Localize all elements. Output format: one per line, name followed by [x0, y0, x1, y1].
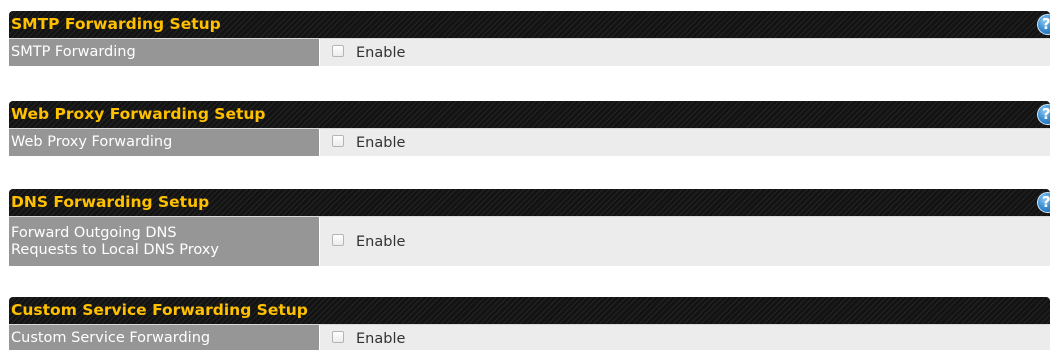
custom-service-forwarding-row: Custom Service Forwarding Enable — [9, 324, 1050, 350]
dns-forwarding-checkbox[interactable] — [332, 233, 344, 246]
custom-service-forwarding-checkbox[interactable] — [332, 330, 344, 343]
section-title: Web Proxy Forwarding Setup — [11, 105, 266, 123]
custom-service-forwarding-section: Custom Service Forwarding Setup Custom S… — [9, 297, 1050, 350]
checkbox-label[interactable]: Enable — [356, 234, 405, 250]
smtp-forwarding-row: SMTP Forwarding Enable — [9, 38, 1050, 66]
dns-forwarding-label: Forward Outgoing DNS Requests to Local D… — [9, 217, 320, 266]
smtp-forwarding-label: SMTP Forwarding — [9, 39, 320, 66]
web-proxy-forwarding-value: Enable — [320, 129, 1050, 156]
dns-forwarding-value: Enable — [320, 217, 1050, 266]
dns-forwarding-label-text: Forward Outgoing DNS Requests to Local D… — [11, 225, 219, 259]
checkbox-label[interactable]: Enable — [356, 331, 405, 347]
web-proxy-forwarding-section: Web Proxy Forwarding Setup ? Web Proxy F… — [9, 101, 1050, 156]
section-title: DNS Forwarding Setup — [11, 193, 210, 211]
dns-forwarding-row: Forward Outgoing DNS Requests to Local D… — [9, 216, 1050, 266]
web-proxy-forwarding-row: Web Proxy Forwarding Enable — [9, 128, 1050, 156]
custom-service-forwarding-label: Custom Service Forwarding — [9, 325, 320, 350]
forwarding-settings-page: SMTP Forwarding Setup ? SMTP Forwarding … — [0, 0, 1050, 350]
checkbox-label[interactable]: Enable — [356, 45, 405, 61]
web-proxy-forwarding-checkbox[interactable] — [332, 134, 344, 147]
section-title: Custom Service Forwarding Setup — [11, 301, 308, 319]
section-header: Web Proxy Forwarding Setup ? — [9, 101, 1050, 128]
smtp-forwarding-checkbox[interactable] — [332, 44, 344, 57]
section-header: DNS Forwarding Setup ? — [9, 189, 1050, 216]
dns-forwarding-label-line: Forward Outgoing DNS — [11, 224, 177, 241]
checkbox-label[interactable]: Enable — [356, 135, 405, 151]
custom-service-forwarding-value: Enable — [320, 325, 1050, 350]
section-header: Custom Service Forwarding Setup — [9, 297, 1050, 324]
help-icon[interactable]: ? — [1037, 104, 1050, 125]
section-title: SMTP Forwarding Setup — [11, 15, 221, 33]
dns-forwarding-section: DNS Forwarding Setup ? Forward Outgoing … — [9, 189, 1050, 266]
web-proxy-forwarding-label: Web Proxy Forwarding — [9, 129, 320, 156]
section-header: SMTP Forwarding Setup ? — [9, 11, 1050, 38]
help-icon[interactable]: ? — [1037, 14, 1050, 35]
dns-forwarding-label-line: Requests to Local DNS Proxy — [11, 241, 219, 258]
help-icon[interactable]: ? — [1037, 192, 1050, 213]
smtp-forwarding-section: SMTP Forwarding Setup ? SMTP Forwarding … — [9, 11, 1050, 66]
smtp-forwarding-value: Enable — [320, 39, 1050, 66]
